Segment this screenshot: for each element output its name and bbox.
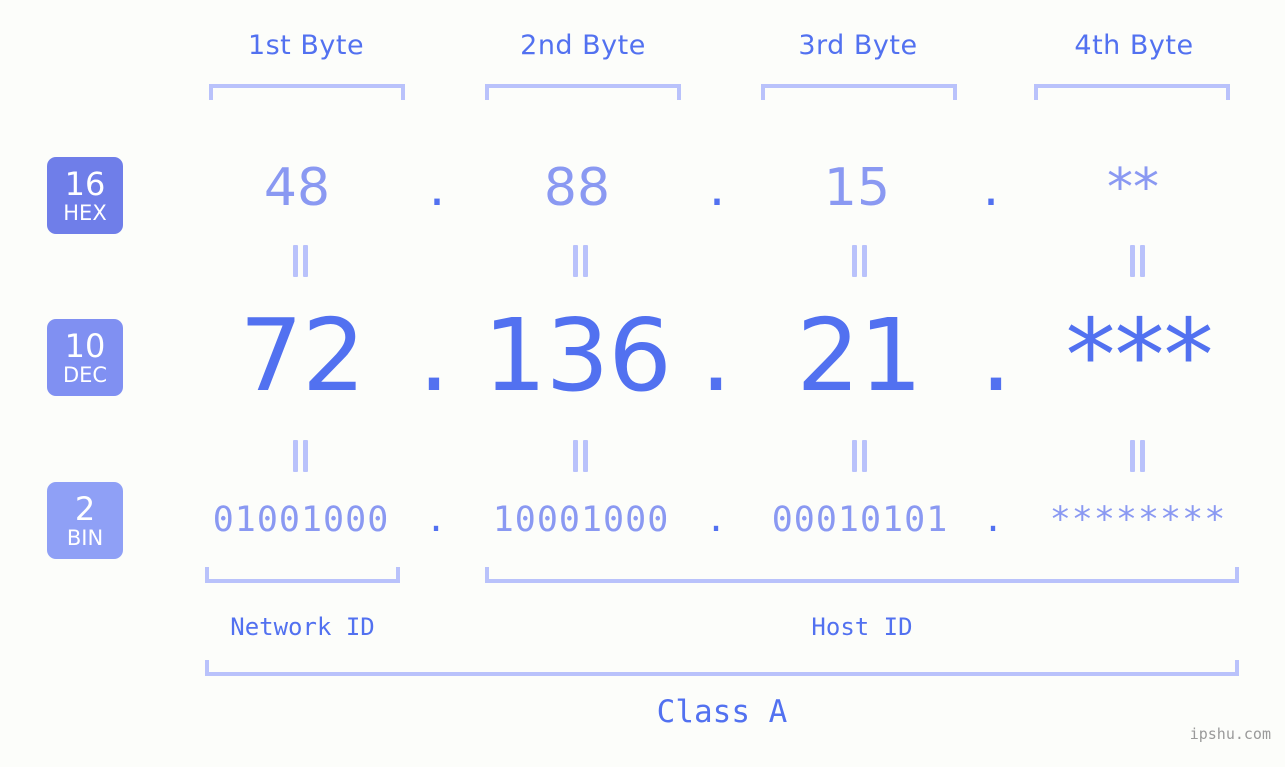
dec-byte-3: 21 (796, 297, 922, 414)
byte-header-2: 2nd Byte (520, 30, 646, 61)
hex-separator-1: . (428, 158, 446, 218)
dec-separator-2: . (700, 297, 732, 414)
equals-mark-hex-dec-3 (848, 245, 870, 277)
hex-byte-4: ** (1107, 158, 1159, 218)
byte-bracket-4 (1034, 84, 1230, 100)
byte-bracket-3 (761, 84, 957, 100)
bin-separator-3: . (982, 500, 1004, 540)
equals-mark-hex-dec-4 (1126, 245, 1148, 277)
hex-byte-3: 15 (823, 158, 891, 218)
dec-byte-1: 72 (239, 297, 365, 414)
hex-byte-1: 48 (263, 158, 331, 218)
bin-separator-1: . (425, 500, 447, 540)
byte-bracket-2 (485, 84, 681, 100)
bin-byte-4: ******** (1049, 500, 1227, 540)
bin-value-row: 01001000 . 10001000 . 00010101 . *******… (0, 490, 1285, 552)
bin-byte-1: 01001000 (212, 500, 390, 540)
bin-separator-2: . (705, 500, 727, 540)
network-id-bracket (205, 567, 400, 583)
hex-byte-2: 88 (543, 158, 611, 218)
equals-mark-hex-dec-2 (569, 245, 591, 277)
hex-value-row: 48 . 88 . 15 . ** (0, 150, 1285, 230)
diagram-canvas: 1st Byte 2nd Byte 3rd Byte 4th Byte 16 H… (0, 0, 1285, 767)
equals-mark-hex-dec-1 (289, 245, 311, 277)
hex-separator-3: . (982, 158, 1000, 218)
hex-separator-2: . (708, 158, 726, 218)
dec-byte-4: *** (1065, 297, 1214, 414)
site-watermark: ipshu.com (1189, 725, 1271, 743)
equals-mark-dec-bin-2 (569, 440, 591, 472)
dec-separator-3: . (980, 297, 1012, 414)
network-id-label: Network ID (230, 613, 375, 641)
dec-value-row: 72 . 136 . 21 . *** (0, 300, 1285, 415)
host-id-bracket (485, 567, 1239, 583)
byte-bracket-1 (209, 84, 405, 100)
equals-mark-dec-bin-3 (848, 440, 870, 472)
byte-header-1: 1st Byte (247, 30, 365, 61)
class-label: Class A (656, 694, 788, 730)
equals-mark-dec-bin-1 (289, 440, 311, 472)
equals-mark-dec-bin-4 (1126, 440, 1148, 472)
byte-header-3: 3rd Byte (798, 30, 918, 61)
byte-header-4: 4th Byte (1074, 30, 1194, 61)
dec-separator-1: . (418, 297, 450, 414)
class-bracket (205, 660, 1239, 676)
bin-byte-2: 10001000 (492, 500, 670, 540)
host-id-label: Host ID (811, 613, 913, 641)
bin-byte-3: 00010101 (771, 500, 949, 540)
dec-byte-2: 136 (483, 297, 672, 414)
